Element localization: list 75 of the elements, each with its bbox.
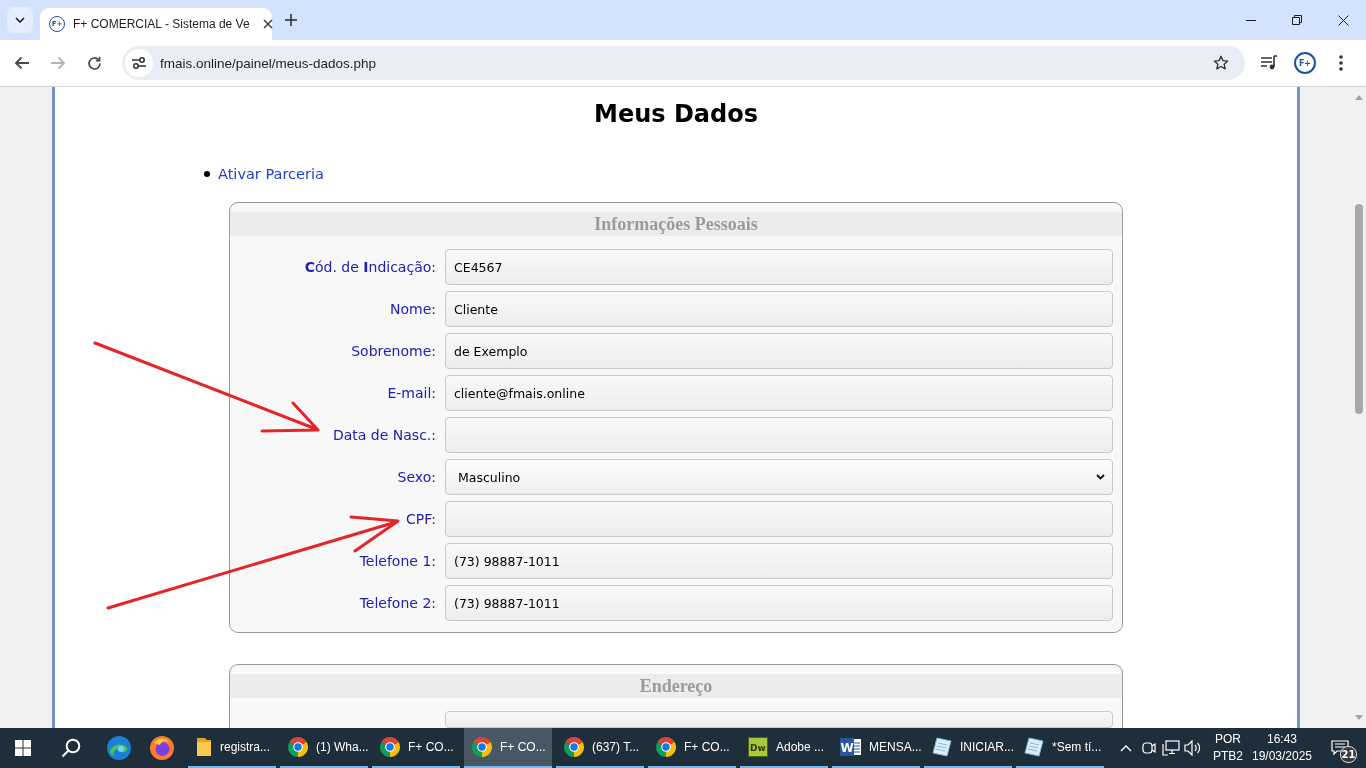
chevron-up-icon [1120, 744, 1132, 752]
address-bar[interactable]: fmais.online/painel/meus-dados.php [122, 46, 1245, 80]
app-tile-icon: Dw [748, 737, 768, 757]
chrome-logo-icon [656, 737, 676, 757]
taskbar-app-button[interactable]: W MENSA... [832, 728, 920, 768]
field-label: Telefone 1: [358, 553, 436, 569]
site-settings-button[interactable] [125, 49, 153, 77]
sliders-icon [131, 56, 147, 70]
chrome-logo-icon [472, 737, 492, 757]
nav-link[interactable]: Ativar Parceria [218, 164, 324, 184]
section-header: Informações Pessoais [230, 212, 1122, 236]
scrollbar-thumb[interactable] [1355, 204, 1363, 414]
chevron-down-icon [1096, 474, 1105, 480]
tab-search-button[interactable] [7, 7, 33, 33]
back-arrow-icon [14, 56, 30, 70]
input-field[interactable]: Cliente [445, 291, 1113, 327]
wave-globe-icon [107, 736, 131, 760]
monitor-icon [1162, 740, 1180, 756]
close-icon [1337, 14, 1349, 26]
taskbar-app-button[interactable]: INICIAR... [924, 728, 1012, 768]
fox-globe-icon [150, 736, 174, 760]
chrome-logo-icon [564, 737, 584, 757]
input-field[interactable]: de Exemplo [445, 333, 1113, 369]
notification-count: 21 [1340, 746, 1357, 763]
taskbar-app-button[interactable]: F+ CO... [464, 728, 552, 768]
notepad-icon [932, 737, 952, 757]
field-label: Telefone 2: [358, 595, 436, 611]
plus-icon [285, 14, 297, 26]
clock-button[interactable]: 16:43 19/03/2025 [1248, 728, 1316, 768]
folder-icon [196, 737, 212, 757]
star-icon [1213, 55, 1229, 71]
input-field[interactable] [445, 711, 1113, 728]
input-field[interactable]: cliente@fmais.online [445, 375, 1113, 411]
field-label: Sobrenome: [350, 343, 436, 359]
tab-title: F+ COMERCIAL - Sistema de Ve [73, 17, 250, 31]
windows-logo-icon [15, 740, 31, 756]
bullet-icon [204, 171, 210, 177]
section-header: Endereço [230, 674, 1122, 698]
url-text: fmais.online/painel/meus-dados.php [160, 55, 378, 71]
chrome-logo-icon [288, 737, 308, 757]
field-label: Sexo: [396, 469, 436, 485]
field-label: Nome: [389, 301, 436, 317]
taskbar-app-button[interactable]: F+ CO... [372, 728, 460, 768]
close-icon [262, 19, 273, 29]
chrome-logo-icon [380, 737, 400, 757]
input-field[interactable] [445, 417, 1113, 453]
input-field[interactable] [445, 501, 1113, 537]
minimize-icon [1246, 19, 1256, 21]
input-field[interactable]: (73) 98887-1011 [445, 585, 1113, 621]
forward-arrow-icon [50, 56, 66, 70]
notepad-icon [1024, 737, 1044, 757]
taskbar-app-button[interactable]: *Sem tí... [1016, 728, 1104, 768]
field-label: CPF: [405, 511, 436, 527]
restore-icon [1292, 15, 1302, 25]
more-vertical-icon [1339, 55, 1343, 71]
input-field[interactable]: (73) 98887-1011 [445, 543, 1113, 579]
field-label: Data de Nasc.: [331, 427, 436, 443]
field-label: Cód. de Indicação: [303, 259, 436, 275]
notifications-button[interactable]: 21 [1320, 728, 1360, 768]
taskbar-app-button[interactable]: Dw Adobe ... [740, 728, 828, 768]
taskbar-app-button[interactable]: (637) T... [556, 728, 644, 768]
caret-icon [15, 17, 25, 23]
search-icon [61, 738, 81, 758]
taskbar-app-button[interactable]: registra... [188, 728, 276, 768]
page-title: Meus Dados [594, 100, 758, 128]
reload-icon [86, 55, 102, 71]
dropdown-field[interactable]: Masculino [445, 459, 1113, 495]
language-button[interactable]: POR PTB2 [1208, 728, 1248, 768]
input-field[interactable]: CE4567 [445, 249, 1113, 285]
taskbar-app-button[interactable]: F+ CO... [648, 728, 736, 768]
taskbar-app-button[interactable]: (1) Wha... [280, 728, 368, 768]
playlist-music-icon [1260, 55, 1278, 71]
speaker-icon [1184, 740, 1202, 756]
video-camera-icon [1141, 740, 1157, 756]
field-label: E-mail: [386, 385, 436, 401]
